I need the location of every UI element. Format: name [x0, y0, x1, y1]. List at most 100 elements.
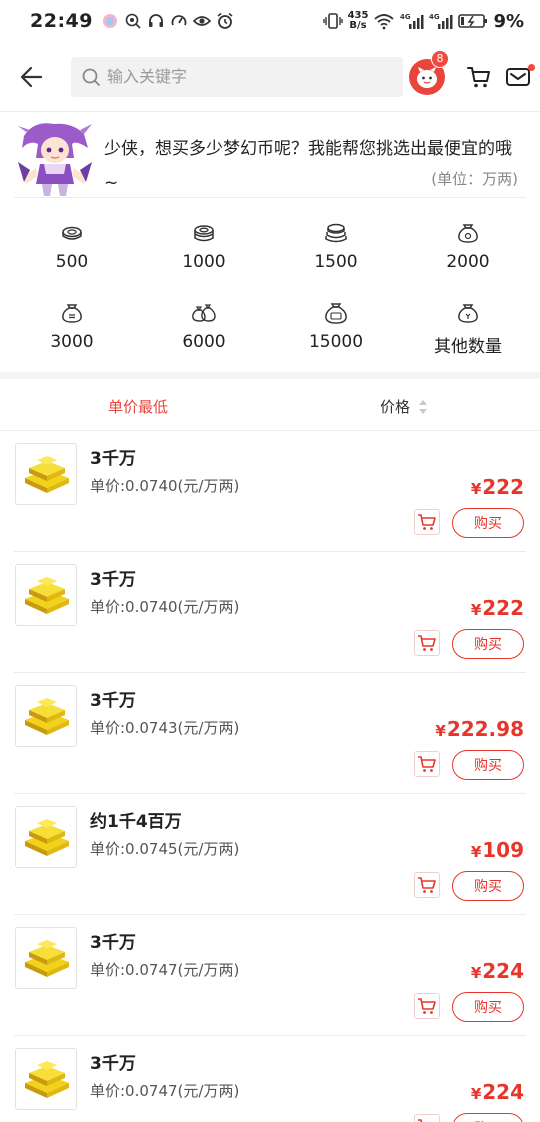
cart-button[interactable] — [459, 57, 499, 97]
cart-icon — [418, 877, 436, 893]
listing-unit-price: 单价:0.0747(元/万两) — [90, 1082, 240, 1100]
coin-stack-large-icon — [325, 223, 347, 243]
money-bag-large-icon — [325, 303, 347, 324]
listing-item[interactable]: 3千万 单价:0.0740(元/万两) ¥222 购买 — [0, 552, 540, 673]
status-left-icons — [101, 12, 234, 30]
alarm-icon — [217, 12, 233, 29]
gold-bars-icon — [25, 819, 69, 856]
gold-bars-icon — [25, 1061, 69, 1098]
network-speed-unit: B/s — [349, 20, 367, 31]
currency-symbol: ¥ — [470, 601, 482, 619]
unit-note: (单位：万两) — [431, 170, 518, 188]
money-bag-icon — [62, 304, 82, 323]
back-button[interactable] — [0, 42, 64, 112]
currency-symbol: ¥ — [470, 843, 482, 861]
back-arrow-icon — [20, 66, 43, 87]
status-bar: 22:49 435 B/s 4G 4G 9% — [0, 0, 540, 42]
search-box[interactable] — [71, 56, 403, 97]
headphones-icon — [148, 14, 163, 27]
section-separator — [0, 372, 540, 379]
listing-item[interactable]: 3千万 单价:0.0747(元/万两) ¥224 购买 — [0, 915, 540, 1036]
listing-item[interactable]: 约1千4百万 单价:0.0745(元/万两) ¥109 购买 — [0, 794, 540, 915]
avatar-badge: 8 — [431, 49, 449, 68]
add-to-cart-button[interactable] — [414, 630, 440, 656]
wifi-icon — [374, 14, 395, 30]
buy-button[interactable]: 购买 — [452, 750, 524, 780]
currency-symbol: ¥ — [470, 480, 482, 498]
currency-symbol: ¥ — [435, 722, 446, 740]
currency-symbol: ¥ — [470, 1085, 482, 1103]
add-to-cart-button[interactable] — [414, 993, 440, 1019]
cell-signal-2-icon: 4G — [429, 13, 453, 29]
listing-item[interactable]: 3千万 单价:0.0747(元/万两) ¥224 购买 — [0, 1036, 540, 1122]
amount-label: 1500 — [314, 252, 358, 272]
search-input[interactable] — [107, 67, 387, 86]
buy-button[interactable]: 购买 — [452, 1113, 524, 1122]
vibrate-icon — [322, 13, 343, 29]
network-speed: 435 B/s — [348, 11, 369, 31]
amount-option-3000[interactable]: 3000 — [6, 294, 138, 374]
amount-option-15000[interactable]: 15000 — [270, 294, 402, 374]
amount-label: 2000 — [446, 252, 490, 272]
amount-option-1000[interactable]: 1000 — [138, 214, 270, 294]
divider — [14, 197, 526, 198]
listing-price: ¥222.98 — [435, 717, 524, 741]
price-value: 224 — [482, 959, 524, 983]
cart-icon — [418, 514, 436, 530]
amount-option-other[interactable]: 其他数量 — [402, 294, 534, 374]
gold-bar-thumbnail — [15, 927, 77, 989]
sort-price-tab[interactable]: 价格 — [380, 396, 428, 417]
notification-icon — [125, 13, 141, 29]
listing-unit-price: 单价:0.0745(元/万两) — [90, 840, 240, 858]
amount-label: 3000 — [50, 332, 94, 352]
add-to-cart-button[interactable] — [414, 509, 440, 535]
amount-label: 6000 — [182, 332, 226, 352]
eye-icon — [192, 16, 211, 26]
amount-label: 其他数量 — [434, 337, 502, 357]
amount-label: 1000 — [182, 252, 226, 272]
gold-bars-icon — [25, 940, 69, 977]
listing-unit-price: 单价:0.0747(元/万两) — [90, 961, 240, 979]
cart-icon — [418, 635, 436, 651]
currency-symbol: ¥ — [470, 964, 482, 982]
avatar-button[interactable]: 8 — [409, 49, 449, 95]
signal-1-label: 4G — [400, 13, 411, 21]
buy-button[interactable]: 购买 — [452, 992, 524, 1022]
listing-title: 3千万 — [90, 1054, 136, 1074]
add-to-cart-button[interactable] — [414, 751, 440, 777]
add-to-cart-button[interactable] — [414, 1114, 440, 1122]
assistant-character-icon — [18, 123, 92, 196]
gold-bar-thumbnail — [15, 564, 77, 626]
amount-option-6000[interactable]: 6000 — [138, 294, 270, 374]
cart-icon — [418, 756, 436, 772]
listing-item[interactable]: 3千万 单价:0.0743(元/万两) ¥222.98 购买 — [0, 673, 540, 794]
listing-item[interactable]: 3千万 单价:0.0740(元/万两) ¥222 购买 — [0, 431, 540, 552]
buy-button[interactable]: 购买 — [452, 871, 524, 901]
gold-bar-thumbnail — [15, 1048, 77, 1110]
amount-option-1500[interactable]: 1500 — [270, 214, 402, 294]
gold-bars-icon — [25, 456, 69, 493]
buy-button[interactable]: 购买 — [452, 629, 524, 659]
amount-label: 15000 — [308, 332, 364, 352]
listing-title: 3千万 — [90, 449, 136, 469]
sort-lowest-unit-price-tab[interactable]: 单价最低 — [108, 396, 168, 417]
assistant-banner: 少侠，想买多少梦幻币呢？我能帮您挑选出最便宜的哦~ (单位：万两) — [0, 112, 540, 198]
status-time: 22:49 — [30, 10, 93, 32]
price-value: 109 — [482, 838, 524, 862]
listing-unit-price: 单价:0.0743(元/万两) — [90, 719, 240, 737]
message-button[interactable] — [503, 57, 535, 97]
cell-signal-icon: 4G — [400, 13, 424, 29]
mail-unread-dot — [528, 63, 535, 71]
buy-button[interactable]: 购买 — [452, 508, 524, 538]
sort-toggle-icon — [419, 399, 428, 414]
assistant-message: 少侠，想买多少梦幻币呢？我能帮您挑选出最便宜的哦~ — [104, 139, 512, 193]
listing-title: 3千万 — [90, 933, 136, 953]
money-bags-icon — [192, 304, 216, 322]
add-to-cart-button[interactable] — [414, 872, 440, 898]
cart-icon — [418, 1119, 423, 1122]
amount-option-2000[interactable]: 2000 — [402, 214, 534, 294]
cart-icon — [418, 998, 436, 1014]
amount-option-500[interactable]: 500 — [6, 214, 138, 294]
price-value: 222 — [482, 596, 524, 620]
listing-title: 约1千4百万 — [90, 812, 182, 832]
